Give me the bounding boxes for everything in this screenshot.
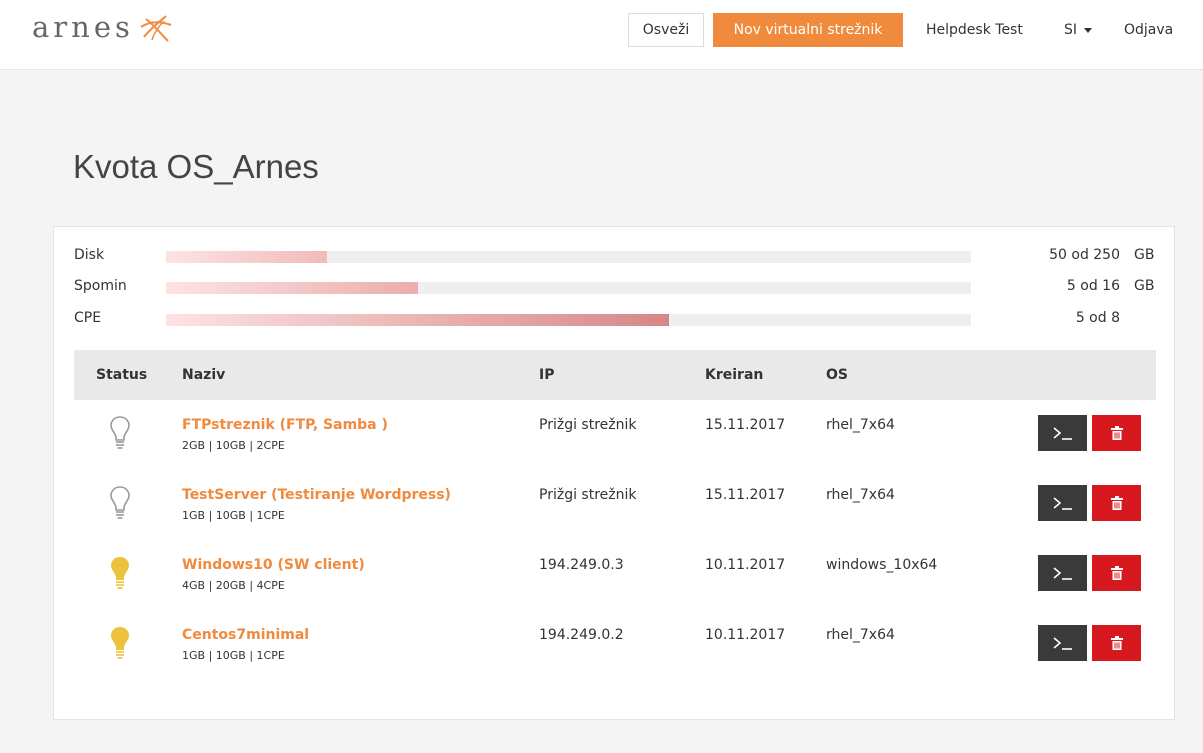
logo-swirl-icon <box>140 15 172 42</box>
server-spec: 1GB | 10GB | 1CPE <box>182 649 285 662</box>
server-os: rhel_7x64 <box>826 417 895 433</box>
lightbulb-on-icon <box>111 557 129 589</box>
quota-fill <box>166 314 670 326</box>
server-name-link[interactable]: FTPstreznik (FTP, Samba ) <box>182 417 388 433</box>
quota-value: 5 od 8 <box>1075 310 1120 326</box>
server-os: rhel_7x64 <box>826 487 895 503</box>
server-ip: 194.249.0.2 <box>539 627 624 643</box>
servers-table-header: Status Naziv IP Kreiran OS <box>74 350 1156 400</box>
quota-track <box>166 314 971 326</box>
lightbulb-off-icon <box>110 486 130 519</box>
lightbulb-off-icon <box>110 416 130 449</box>
console-button[interactable] <box>1038 555 1087 591</box>
refresh-button[interactable]: Osveži <box>628 13 704 47</box>
quota-value: 50 od 250 <box>1049 247 1120 263</box>
terminal-icon <box>1052 567 1072 580</box>
server-ip: Prižgi strežnik <box>539 417 637 433</box>
logout-label: Odjava <box>1124 22 1174 38</box>
quota-fill <box>166 251 327 263</box>
language-dropdown[interactable]: SI <box>1064 13 1093 47</box>
logout-link[interactable]: Odjava <box>1124 13 1173 47</box>
logo-text: arnes <box>32 10 134 44</box>
trash-icon <box>1110 496 1123 510</box>
new-server-label: Nov virtualni strežnik <box>733 22 883 38</box>
server-created: 10.11.2017 <box>705 627 786 643</box>
quota-track <box>166 251 971 263</box>
trash-icon <box>1110 426 1123 440</box>
refresh-label: Osveži <box>642 22 690 38</box>
server-ip: 194.249.0.3 <box>539 557 624 573</box>
terminal-icon <box>1052 637 1072 650</box>
server-name-link[interactable]: Windows10 (SW client) <box>182 557 365 573</box>
page-title: Kvota OS_Arnes <box>73 148 319 185</box>
trash-icon <box>1110 636 1123 650</box>
delete-button[interactable] <box>1092 415 1141 451</box>
quota-row-cpu: CPE 5 od 8 <box>54 310 1176 330</box>
server-created: 15.11.2017 <box>705 487 786 503</box>
server-os: windows_10x64 <box>826 557 938 573</box>
server-spec: 4GB | 20GB | 4CPE <box>182 579 285 592</box>
quota-unit: GB <box>1134 247 1155 263</box>
column-header-name[interactable]: Naziv <box>182 367 225 383</box>
server-created: 10.11.2017 <box>705 557 786 573</box>
server-spec: 2GB | 10GB | 2CPE <box>182 439 285 452</box>
column-header-os[interactable]: OS <box>826 367 848 383</box>
console-button[interactable] <box>1038 415 1087 451</box>
top-navbar: arnes Osveži Nov virtualni strežnik Help… <box>0 0 1203 70</box>
quota-value: 5 od 16 <box>1066 278 1120 294</box>
column-header-ip[interactable]: IP <box>539 367 554 383</box>
arnes-logo[interactable]: arnes <box>32 10 174 44</box>
delete-button[interactable] <box>1092 625 1141 661</box>
table-row: Windows10 (SW client) 4GB | 20GB | 4CPE … <box>74 540 1156 610</box>
table-row: Centos7minimal 1GB | 10GB | 1CPE 194.249… <box>74 610 1156 680</box>
server-ip: Prižgi strežnik <box>539 487 637 503</box>
user-label: Helpdesk Test <box>926 22 1023 38</box>
trash-icon <box>1110 566 1123 580</box>
quota-track <box>166 282 971 294</box>
console-button[interactable] <box>1038 485 1087 521</box>
console-button[interactable] <box>1038 625 1087 661</box>
quota-unit: GB <box>1134 278 1155 294</box>
table-row: FTPstreznik (FTP, Samba ) 2GB | 10GB | 2… <box>74 400 1156 470</box>
delete-button[interactable] <box>1092 485 1141 521</box>
quota-label: Disk <box>74 247 105 263</box>
column-header-status[interactable]: Status <box>96 367 147 383</box>
terminal-icon <box>1052 427 1072 440</box>
terminal-icon <box>1052 497 1072 510</box>
quota-row-memory: Spomin 5 od 16 GB <box>54 278 1176 298</box>
quota-panel: Disk 50 od 250 GB Spomin 5 od 16 GB CPE … <box>53 226 1175 720</box>
quota-label: Spomin <box>74 278 127 294</box>
quota-label: CPE <box>74 310 102 326</box>
user-menu-link[interactable]: Helpdesk Test <box>926 13 1023 47</box>
language-label: SI <box>1064 22 1078 38</box>
server-created: 15.11.2017 <box>705 417 786 433</box>
server-name-link[interactable]: TestServer (Testiranje Wordpress) <box>182 487 451 503</box>
new-virtual-server-button[interactable]: Nov virtualni strežnik <box>713 13 903 47</box>
column-header-created[interactable]: Kreiran <box>705 367 763 383</box>
server-name-link[interactable]: Centos7minimal <box>182 627 309 643</box>
quota-row-disk: Disk 50 od 250 GB <box>54 247 1176 267</box>
delete-button[interactable] <box>1092 555 1141 591</box>
table-row: TestServer (Testiranje Wordpress) 1GB | … <box>74 470 1156 540</box>
server-spec: 1GB | 10GB | 1CPE <box>182 509 285 522</box>
quota-fill <box>166 282 418 294</box>
server-os: rhel_7x64 <box>826 627 895 643</box>
lightbulb-on-icon <box>111 627 129 659</box>
caret-down-icon <box>1084 27 1093 33</box>
